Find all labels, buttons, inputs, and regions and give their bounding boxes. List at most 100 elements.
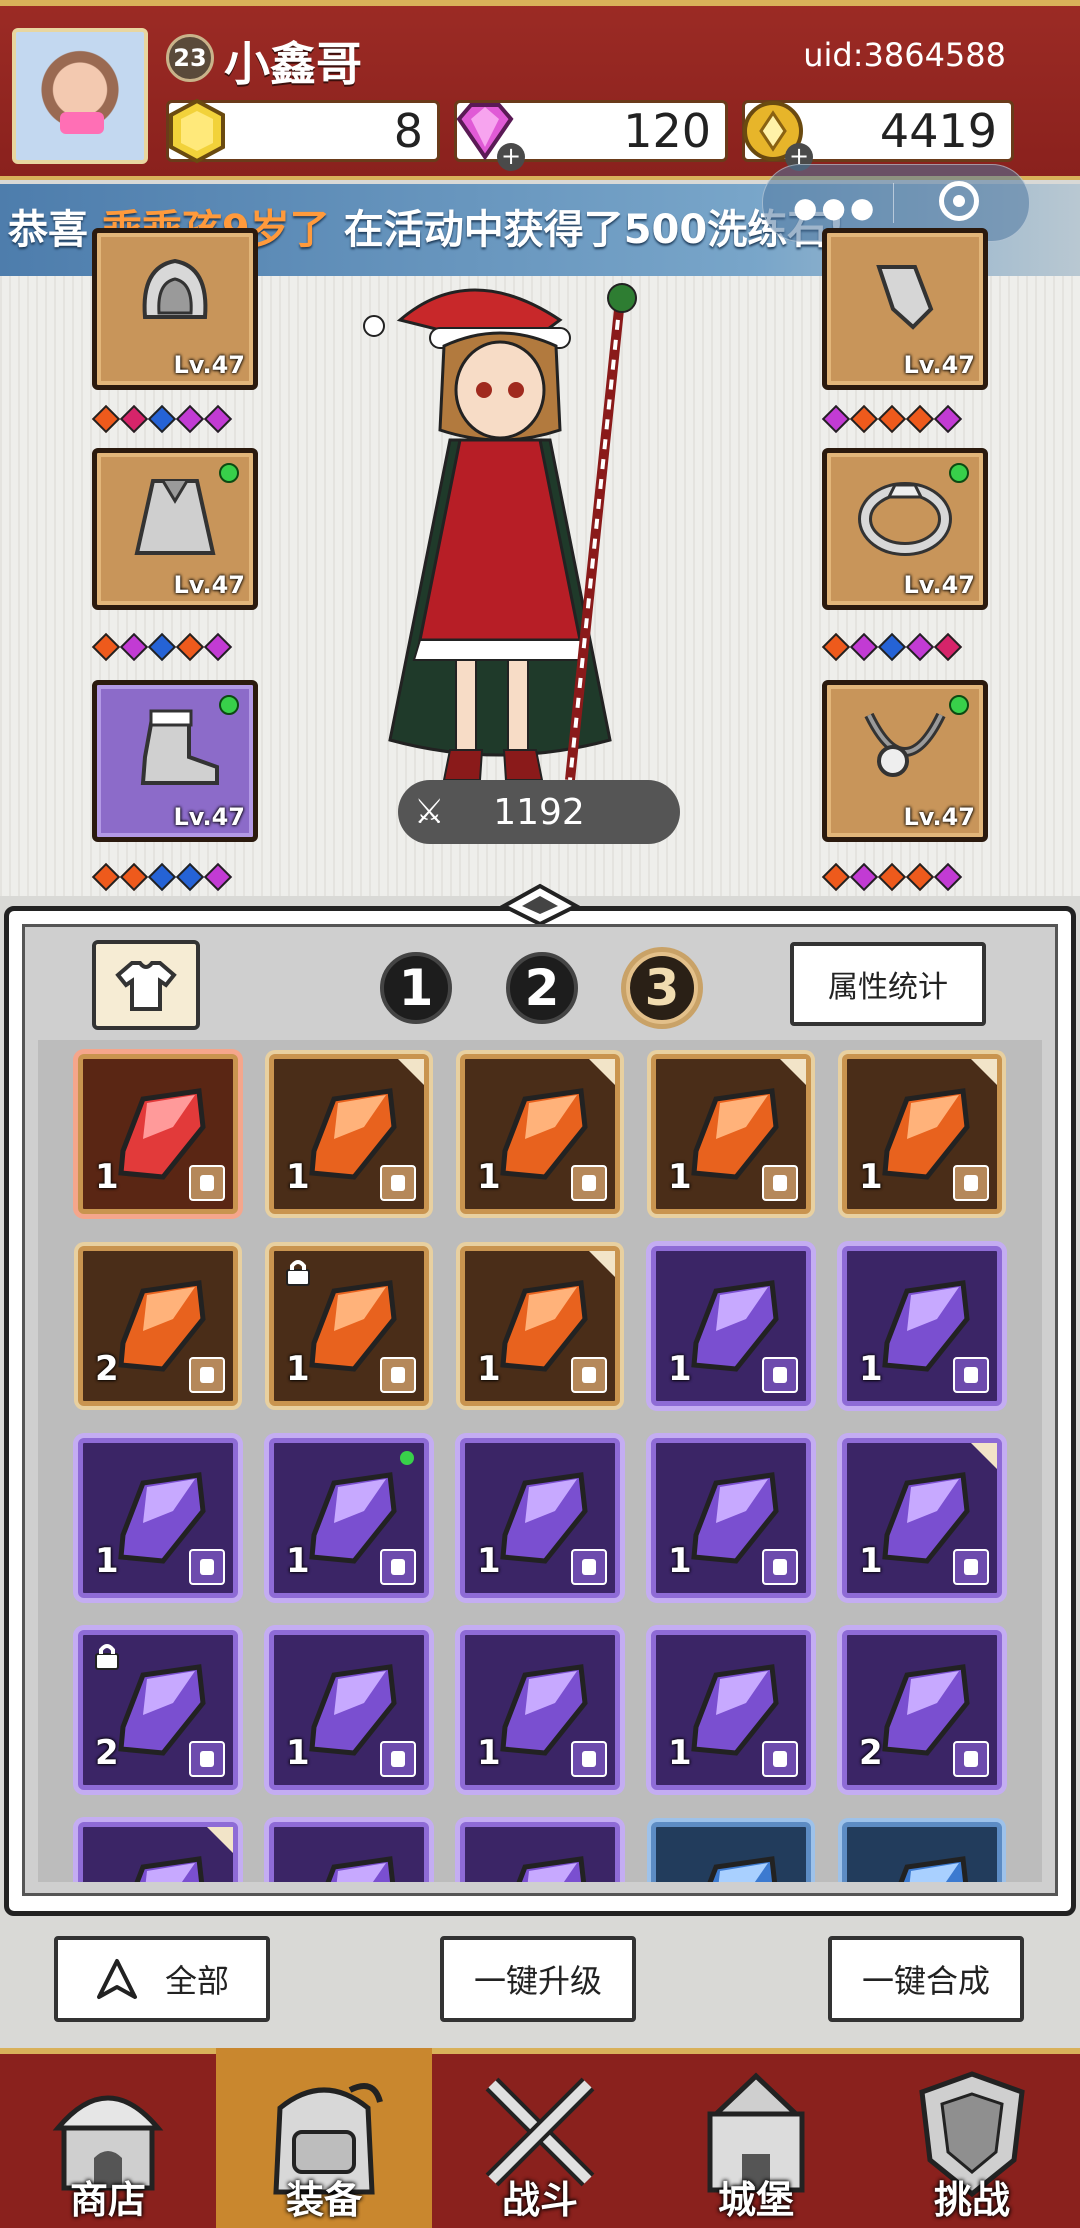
- inventory-item-purple-crystal[interactable]: 1: [842, 1438, 1002, 1598]
- socket-gem: [877, 862, 907, 892]
- hero-character[interactable]: [360, 280, 700, 800]
- attribute-stats-button[interactable]: 属性统计: [790, 942, 986, 1026]
- filter-all-label: 全部: [164, 1962, 229, 2000]
- nav-shop[interactable]: 商店: [0, 2048, 216, 2228]
- socket-gem: [147, 404, 177, 434]
- diamond-value: 120: [623, 104, 711, 158]
- nav-challenge[interactable]: 挑战: [864, 2048, 1080, 2228]
- inventory-item-purple-crystal[interactable]: 2: [78, 1630, 238, 1790]
- corner-marker: [589, 1251, 615, 1277]
- item-count: 1: [668, 1541, 692, 1581]
- socket-gem: [119, 632, 149, 662]
- socket-gem: [203, 404, 233, 434]
- item-count: 1: [95, 1541, 119, 1581]
- inventory-item-purple-crystal[interactable]: 1: [842, 1246, 1002, 1406]
- add-diamond-button[interactable]: +: [497, 143, 525, 171]
- close-miniprogram-icon[interactable]: [939, 181, 979, 221]
- inventory-item-purple-crystal[interactable]: 1: [460, 1630, 620, 1790]
- inventory-item-purple-crystal[interactable]: 1: [269, 1438, 429, 1598]
- inventory-item-purple-crystal[interactable]: 1: [651, 1630, 811, 1790]
- one-click-merge-button[interactable]: 一键合成: [828, 1936, 1024, 2022]
- inventory-item-purple-crystal[interactable]: 1: [460, 1438, 620, 1598]
- equip-slot-ring[interactable]: Lv.47: [822, 448, 988, 610]
- slot-type-tag: [189, 1357, 225, 1393]
- item-count: 1: [859, 1541, 883, 1581]
- equip-slot-necklace[interactable]: Lv.47: [822, 680, 988, 842]
- socket-gem: [877, 404, 907, 434]
- slot-type-tag: [571, 1357, 607, 1393]
- inventory-item-purple-crystal[interactable]: 1: [78, 1438, 238, 1598]
- item-count: 1: [95, 1157, 119, 1197]
- slot-type-tag: [571, 1165, 607, 1201]
- corner-marker: [398, 1059, 424, 1085]
- inventory-item-orange-crystal[interactable]: 2: [78, 1246, 238, 1406]
- inventory-item-orange-crystal[interactable]: 1: [269, 1054, 429, 1214]
- more-menu-icon[interactable]: ●●●: [793, 191, 878, 224]
- socket-gem: [933, 862, 963, 892]
- nav-battle[interactable]: 战斗: [432, 2048, 648, 2228]
- inventory-item-purple-crystal[interactable]: [78, 1822, 238, 1882]
- slot-type-tag: [953, 1357, 989, 1393]
- page-button-3[interactable]: 3: [626, 952, 698, 1024]
- nav-equipment[interactable]: 装备: [216, 2048, 432, 2228]
- socket-gem: [91, 404, 121, 434]
- item-count: 1: [286, 1541, 310, 1581]
- equip-slot-head[interactable]: Lv.47: [92, 228, 258, 390]
- filter-all-button[interactable]: 全部: [54, 1936, 270, 2022]
- inventory-item-purple-crystal[interactable]: [460, 1822, 620, 1882]
- socket-gem: [147, 862, 177, 892]
- socket-gem: [905, 404, 935, 434]
- socket-gem: [849, 862, 879, 892]
- slot-type-tag: [380, 1741, 416, 1777]
- new-indicator-dot: [219, 463, 239, 483]
- inventory-item-orange-crystal[interactable]: 1: [842, 1054, 1002, 1214]
- appearance-button[interactable]: [92, 940, 200, 1030]
- socket-gem: [905, 862, 935, 892]
- lock-icon: [286, 1260, 310, 1286]
- triangle-up-icon: [96, 1959, 137, 1999]
- new-indicator-dot: [949, 463, 969, 483]
- socket-gem: [905, 632, 935, 662]
- slot-type-tag: [571, 1741, 607, 1777]
- inventory-item-orange-crystal[interactable]: 1: [651, 1054, 811, 1214]
- player-level-badge: 23: [166, 34, 214, 82]
- inventory-item-orange-crystal[interactable]: 1: [269, 1246, 429, 1406]
- combat-power-display: ⚔ 1192: [398, 780, 680, 844]
- nav-battle-label: 战斗: [501, 2178, 578, 2222]
- inventory-item-orange-crystal[interactable]: 1: [460, 1246, 620, 1406]
- crystal-icon: [325, 1856, 396, 1882]
- inventory-item-purple-crystal[interactable]: 1: [651, 1246, 811, 1406]
- inventory-grid: 1 1 1 1 1 2 1 1 1 1 1 1 1 1 1 2 1 1 1 2: [38, 1040, 1042, 1882]
- inventory-item-blue-crystal[interactable]: [651, 1822, 811, 1882]
- nav-castle[interactable]: 城堡: [648, 2048, 864, 2228]
- gem-row-ring: [821, 632, 963, 662]
- one-click-upgrade-button[interactable]: 一键升级: [440, 1936, 636, 2022]
- inventory-item-purple-crystal[interactable]: 1: [269, 1630, 429, 1790]
- boots-icon: [140, 709, 219, 785]
- coin-value: 4419: [879, 104, 997, 158]
- gem-row-gloves: [821, 404, 963, 434]
- page-button-1[interactable]: 1: [380, 952, 452, 1024]
- equip-slot-gloves[interactable]: Lv.47: [822, 228, 988, 390]
- socket-gem: [849, 404, 879, 434]
- gem-row-head: [91, 404, 233, 434]
- item-count: 1: [859, 1349, 883, 1389]
- equip-level: Lv.47: [173, 571, 246, 599]
- inventory-item-blue-crystal[interactable]: [842, 1822, 1002, 1882]
- inventory-item-purple-crystal[interactable]: [269, 1822, 429, 1882]
- inventory-item-orange-crystal[interactable]: 1: [460, 1054, 620, 1214]
- equip-slot-boots[interactable]: Lv.47: [92, 680, 258, 842]
- gem-row-boots: [91, 862, 233, 892]
- player-avatar[interactable]: [12, 28, 148, 164]
- equip-slot-armor[interactable]: Lv.47: [92, 448, 258, 610]
- inventory-item-purple-crystal[interactable]: 1: [651, 1438, 811, 1598]
- slot-type-tag: [571, 1549, 607, 1585]
- page-button-2[interactable]: 2: [506, 952, 578, 1024]
- socket-gem: [119, 862, 149, 892]
- equip-level: Lv.47: [903, 571, 976, 599]
- inventory-item-red-crystal[interactable]: 1: [78, 1054, 238, 1214]
- lock-icon: [95, 1644, 119, 1670]
- player-name: 小鑫哥: [224, 37, 362, 91]
- inventory-item-purple-crystal[interactable]: 2: [842, 1630, 1002, 1790]
- item-count: 2: [95, 1349, 119, 1389]
